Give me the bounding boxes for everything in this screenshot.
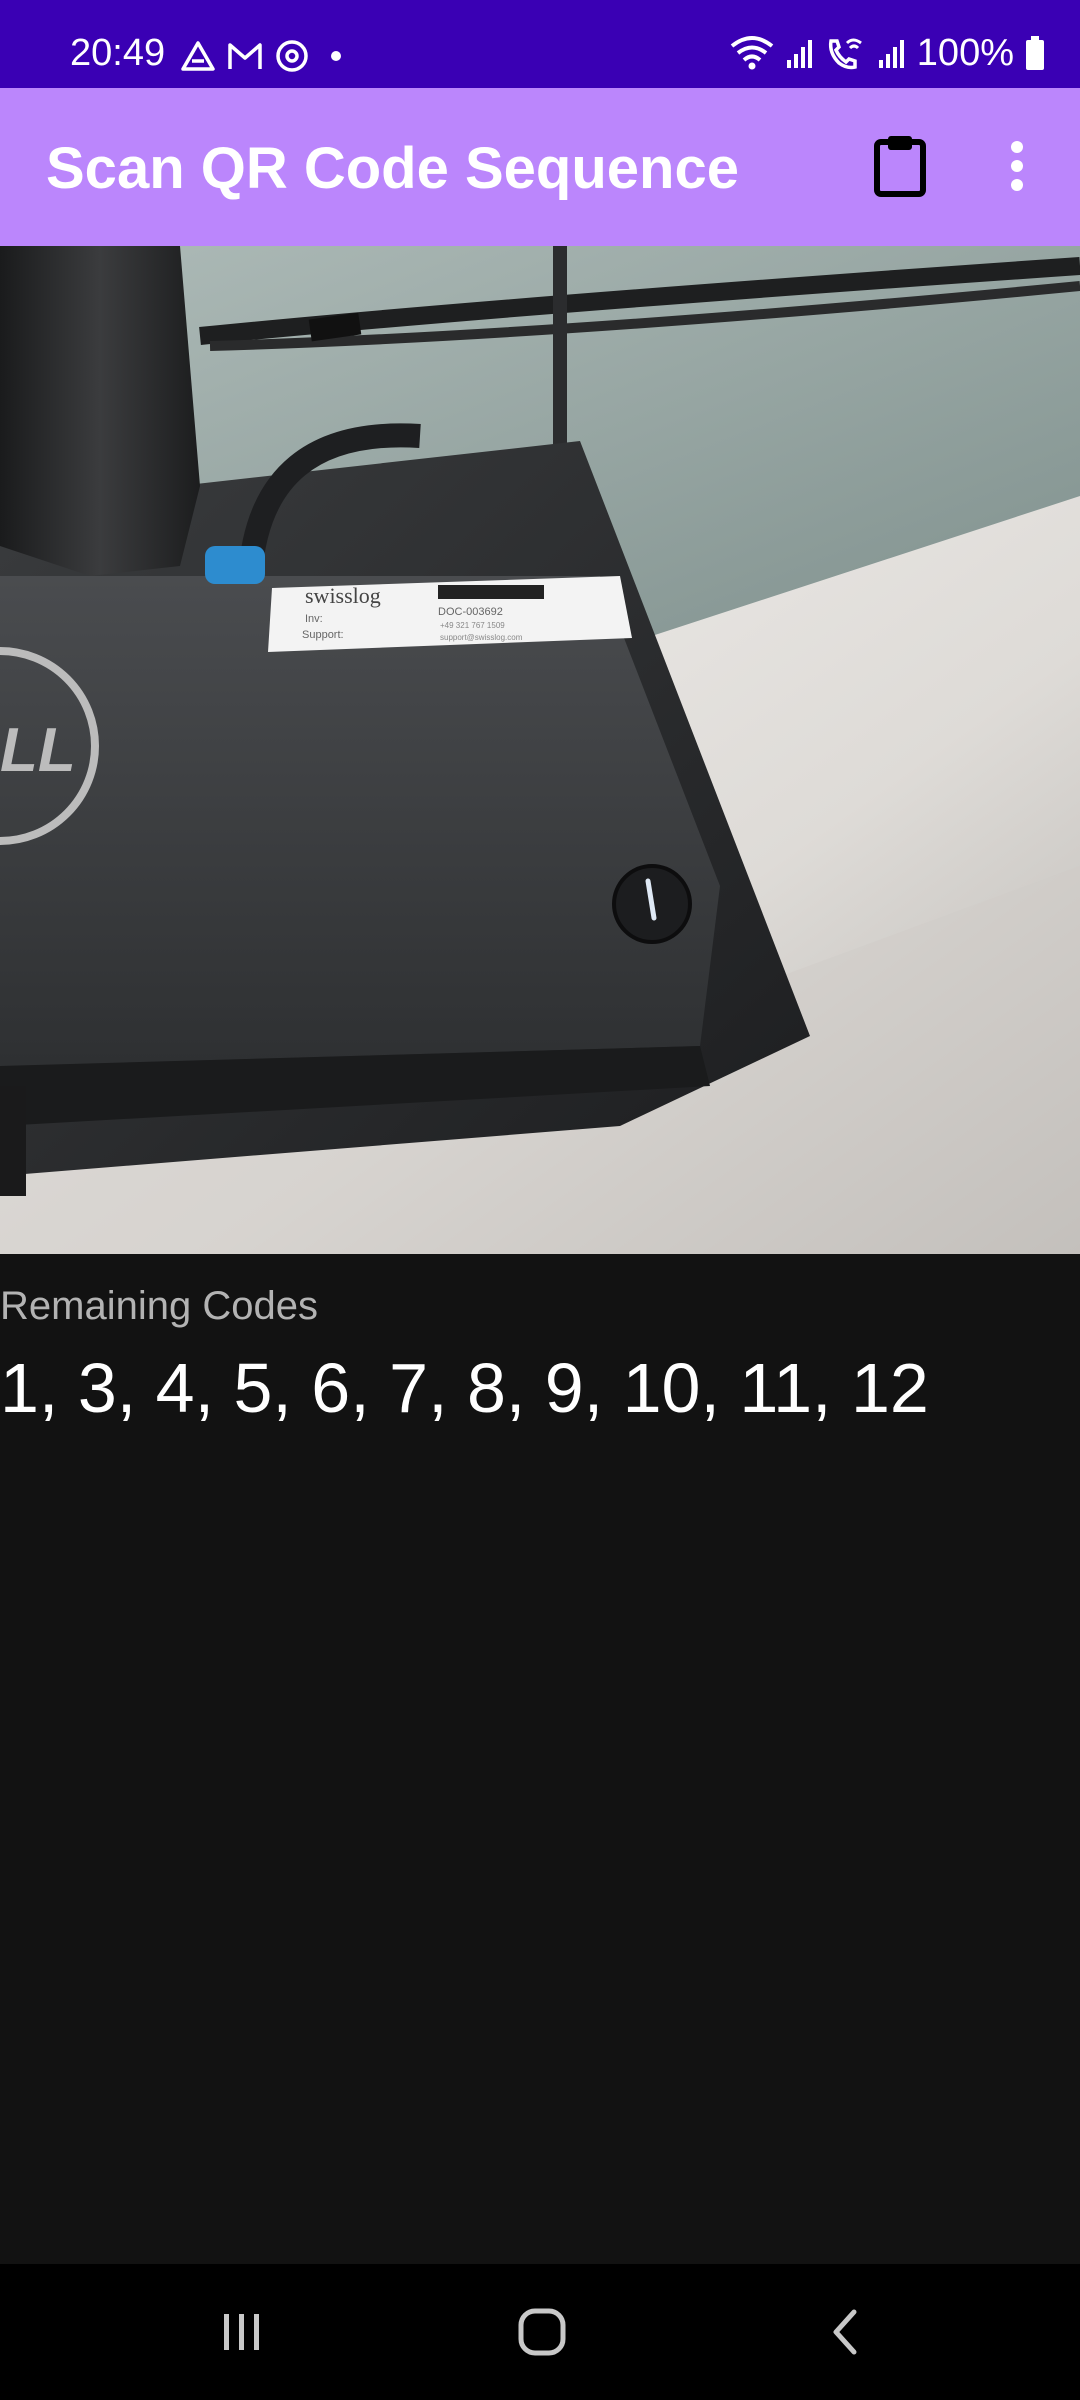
signal-icon-2 — [878, 40, 904, 68]
app-bar: Scan QR Code Sequence — [0, 88, 1080, 246]
gmail-icon — [228, 43, 262, 69]
home-icon — [518, 2308, 566, 2356]
dot-icon — [331, 51, 341, 61]
label-inv: Inv: — [305, 613, 323, 625]
back-icon — [833, 2309, 857, 2355]
signal-icon — [786, 40, 812, 68]
clipboard-icon — [874, 136, 926, 197]
label-code: DOC-003692 — [438, 606, 503, 618]
label-brand: swisslog — [305, 583, 381, 608]
remaining-codes-label: Remaining Codes — [0, 1284, 318, 1328]
clipboard-button[interactable] — [862, 128, 938, 204]
wifi-calling-icon — [828, 38, 862, 70]
drive-icon — [181, 41, 215, 71]
camera-feed: swisslog Inv: Support: DOC-003692 +49 32… — [0, 246, 1080, 1254]
more-vert-icon — [1011, 141, 1023, 191]
power-button-icon — [612, 864, 692, 944]
home-button[interactable] — [462, 2264, 622, 2400]
navigation-bar — [0, 2264, 1080, 2400]
system-icons: 100% — [729, 34, 1046, 72]
status-bar: 20:49 100% — [0, 0, 1080, 88]
page-title: Scan QR Code Sequence — [46, 136, 739, 201]
label-email: support@swisslog.com — [440, 633, 523, 642]
recents-icon — [224, 2314, 259, 2350]
back-button[interactable] — [766, 2264, 926, 2400]
sync-icon — [276, 40, 308, 72]
recents-button[interactable] — [162, 2264, 322, 2400]
label-phone: +49 321 767 1509 — [440, 621, 505, 630]
label-support: Support: — [302, 629, 344, 641]
battery-percent: 100% — [916, 32, 1014, 74]
overflow-menu-button[interactable] — [992, 128, 1042, 204]
notification-icons — [180, 38, 348, 74]
svg-text:LL: LL — [0, 716, 76, 785]
camera-preview[interactable]: swisslog Inv: Support: DOC-003692 +49 32… — [0, 246, 1080, 1254]
status-time: 20:49 — [70, 32, 166, 74]
remaining-codes-list: 1, 3, 4, 5, 6, 7, 8, 9, 10, 11, 12 — [0, 1349, 929, 1427]
battery-icon — [1026, 36, 1044, 70]
wifi-icon — [730, 36, 774, 70]
